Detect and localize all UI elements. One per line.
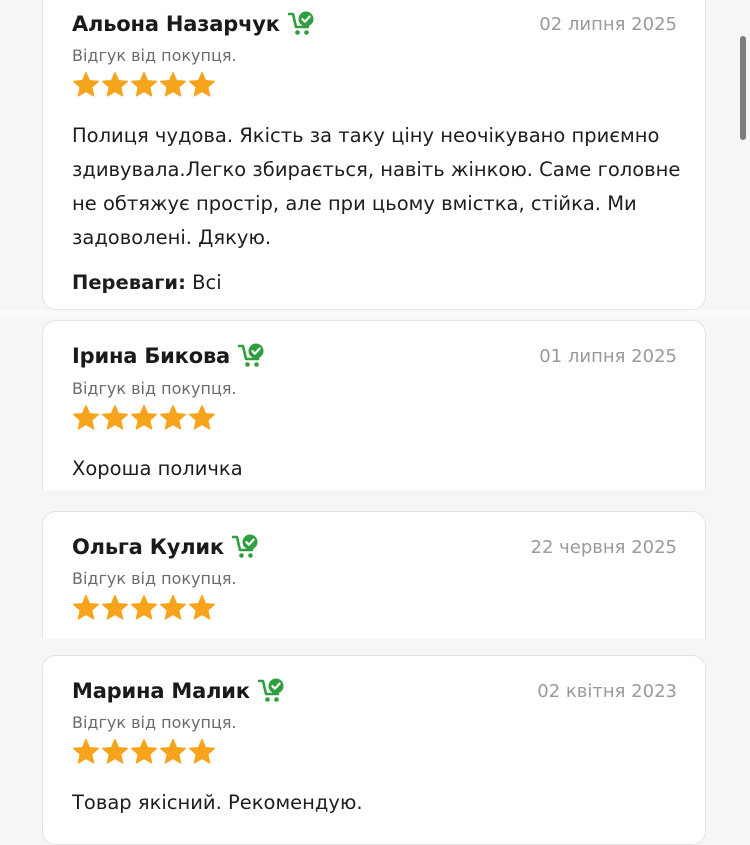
review-header: Марина Малик 02 квітня 2023 xyxy=(72,678,677,704)
cart-check-icon xyxy=(237,343,266,369)
star-icon xyxy=(188,738,216,766)
review-header: Ірина Бикова 01 липня 2025 xyxy=(72,343,677,369)
review-author[interactable]: Ірина Бикова xyxy=(72,344,230,368)
scrollbar[interactable] xyxy=(740,36,746,140)
star-icon xyxy=(159,71,187,99)
review-date: 02 квітня 2023 xyxy=(537,680,677,702)
cart-check-icon xyxy=(257,678,286,704)
review-header: Ольга Кулик 22 червня 2025 xyxy=(72,534,677,560)
review-header: Альона Назарчук 02 липня 2025 xyxy=(72,11,677,37)
rating-stars xyxy=(72,594,216,622)
star-icon xyxy=(72,71,100,99)
cart-check-icon xyxy=(287,11,316,37)
review-card: Ольга Кулик 22 червня 2025 Відгук від по… xyxy=(42,511,706,639)
star-icon xyxy=(130,404,158,432)
star-icon xyxy=(130,71,158,99)
star-icon xyxy=(188,594,216,622)
review-date: 01 липня 2025 xyxy=(539,345,677,367)
review-text: Полиця чудова. Якість за таку ціну неочі… xyxy=(72,124,681,249)
star-icon xyxy=(130,738,158,766)
review-subtitle: Відгук від покупця. xyxy=(72,713,237,732)
review-pros: Переваги: Всі xyxy=(72,271,222,294)
star-icon xyxy=(159,404,187,432)
review-subtitle: Відгук від покупця. xyxy=(72,379,237,398)
review-author[interactable]: Марина Малик xyxy=(72,679,250,703)
review-date: 22 червня 2025 xyxy=(530,536,678,558)
review-text: Хороша поличка xyxy=(72,457,243,480)
cart-check-icon xyxy=(231,534,260,560)
review-card: Альона Назарчук 02 липня 2025 Відгук від… xyxy=(42,0,706,310)
star-icon xyxy=(101,404,129,432)
separator-band xyxy=(0,310,750,316)
star-icon xyxy=(101,738,129,766)
star-icon xyxy=(72,738,100,766)
rating-stars xyxy=(72,404,216,432)
review-author[interactable]: Ольга Кулик xyxy=(72,535,224,559)
pros-value: Всі xyxy=(192,271,222,294)
star-icon xyxy=(101,71,129,99)
star-icon xyxy=(159,738,187,766)
review-card: Марина Малик 02 квітня 2023 Відгук від п… xyxy=(42,655,706,845)
review-subtitle: Відгук від покупця. xyxy=(72,569,237,588)
review-date: 02 липня 2025 xyxy=(539,13,677,35)
star-icon xyxy=(72,404,100,432)
rating-stars xyxy=(72,738,216,766)
review-subtitle: Відгук від покупця. xyxy=(72,46,237,65)
star-icon xyxy=(188,404,216,432)
star-icon xyxy=(101,594,129,622)
star-icon xyxy=(72,594,100,622)
star-icon xyxy=(188,71,216,99)
star-icon xyxy=(159,594,187,622)
pros-label: Переваги: xyxy=(72,271,186,294)
rating-stars xyxy=(72,71,216,99)
review-text: Товар якісний. Рекомендую. xyxy=(72,791,363,814)
review-author[interactable]: Альона Назарчук xyxy=(72,12,280,36)
review-card: Ірина Бикова 01 липня 2025 Відгук від по… xyxy=(42,320,706,490)
star-icon xyxy=(130,594,158,622)
